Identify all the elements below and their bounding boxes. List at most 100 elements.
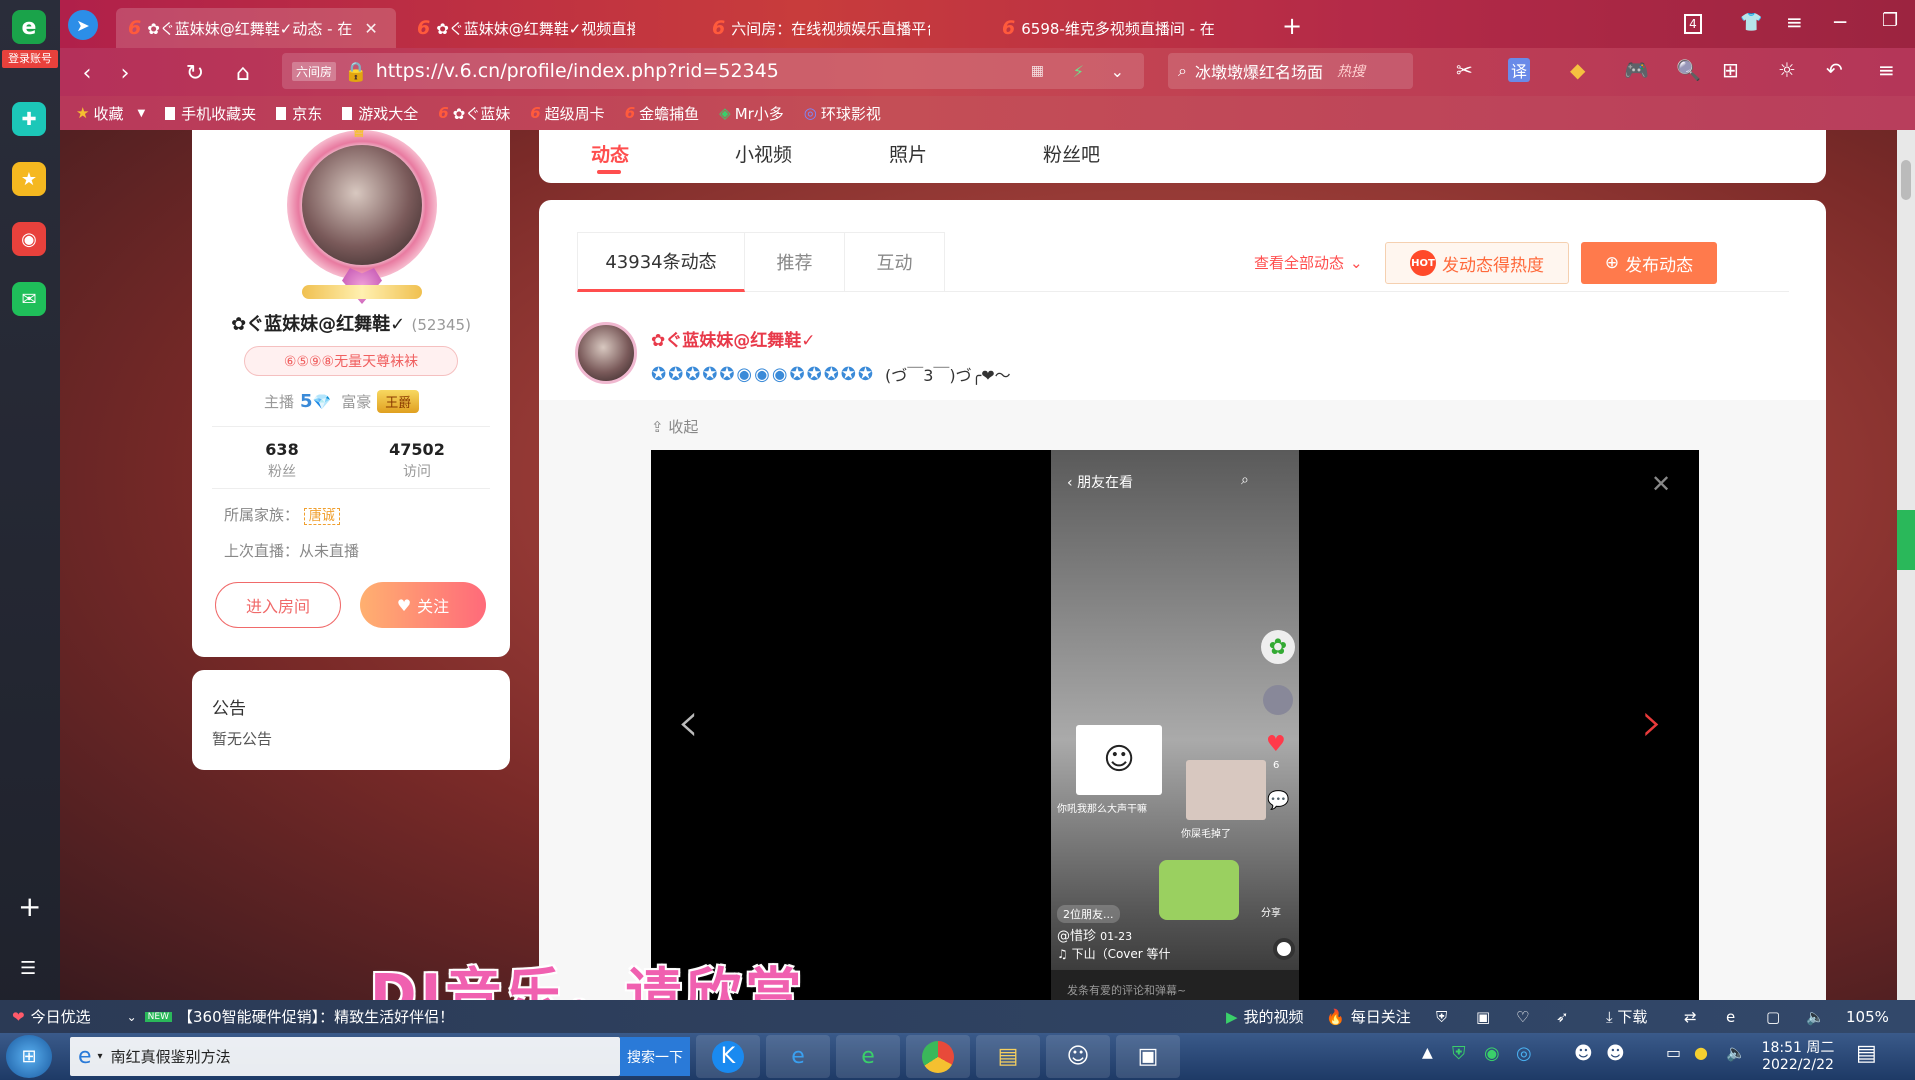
collapse-button[interactable]: ⇪ 收起 xyxy=(651,416,698,437)
close-icon[interactable]: ✕ xyxy=(1651,470,1671,498)
volume-icon[interactable]: 🔈 xyxy=(1806,1008,1825,1026)
clock[interactable]: 18:51 周二 2022/2/22 xyxy=(1758,1037,1838,1073)
folder-app-icon[interactable]: ▤ xyxy=(976,1035,1040,1078)
tab-short-video[interactable]: 小视频 xyxy=(735,140,792,167)
ie-search-bar[interactable]: e ▾ 南红真假鉴别方法 xyxy=(70,1037,620,1076)
speed-icon[interactable]: ⚡ xyxy=(1073,62,1084,81)
menu-list-icon[interactable]: ☰ xyxy=(20,958,36,979)
ie-app-icon[interactable]: e xyxy=(766,1035,830,1078)
undo-icon[interactable]: ↶ xyxy=(1826,58,1843,82)
plus-app-icon[interactable]: ✚ xyxy=(12,102,46,136)
tab-dynamics[interactable]: 动态 xyxy=(591,140,629,167)
tab-photos[interactable]: 照片 xyxy=(889,140,927,167)
tray-qq2-icon[interactable]: ☻ xyxy=(1606,1043,1625,1064)
tab-fan-club[interactable]: 粉丝吧 xyxy=(1043,140,1100,167)
login-button[interactable]: 登录账号 xyxy=(2,50,58,68)
bookmark-mobile[interactable]: 手机收藏夹 xyxy=(165,103,256,124)
medal-badge[interactable]: ⑥⑤⑨⑧无量天尊袜袜 xyxy=(244,346,458,376)
360-browser-app-icon[interactable]: e xyxy=(836,1035,900,1078)
tray-360-icon[interactable]: ◉ xyxy=(1484,1043,1500,1064)
chrome-app-icon[interactable] xyxy=(906,1035,970,1078)
minimize-button[interactable]: ─ xyxy=(1834,10,1846,34)
my-video-button[interactable]: ▶ 我的视频 xyxy=(1226,1006,1304,1027)
grid-apps-icon[interactable]: ⊞ xyxy=(1722,58,1739,82)
bookmark-global-video[interactable]: ◎ 环球影视 xyxy=(804,103,881,124)
promo-link[interactable]: 【360智能硬件促销】：精致生活好伴侣！ xyxy=(178,1006,454,1027)
follow-button[interactable]: ♥ 关注 xyxy=(360,582,486,628)
publish-button[interactable]: ⊕ 发布动态 xyxy=(1581,242,1717,284)
chevron-down-icon[interactable]: ⌄ xyxy=(127,1010,137,1024)
family-badge[interactable]: 唐诚 xyxy=(303,508,340,525)
download-button[interactable]: ⤓ 下载 xyxy=(1606,1006,1647,1027)
search-go-button[interactable]: 搜索一下 xyxy=(620,1037,690,1076)
forward-button[interactable]: › xyxy=(110,58,140,88)
restore-button[interactable]: ❐ xyxy=(1882,10,1898,31)
tab-6598-live[interactable]: 6 6598-维克多视频直播间 - 在 xyxy=(990,8,1220,48)
window-icon[interactable]: ▢ xyxy=(1766,1008,1780,1026)
refresh-button[interactable]: ↻ xyxy=(180,58,210,88)
video-viewer[interactable]: ✕ ‹ › ‹ 朋友在看 ⌕ ✿ ♥ 6 💬 分享 ☺ 你吼我那么大声干嘛 你屎… xyxy=(651,450,1699,1000)
tab-profile[interactable]: 6 ✿ぐ蓝妹妹@红舞鞋✓动态 - 在 ✕ xyxy=(116,8,396,48)
network-icon[interactable]: ⇄ xyxy=(1684,1008,1697,1026)
url-input[interactable]: 六间房 🔒 https://v.6.cn/profile/index.php?r… xyxy=(282,53,1144,89)
zoom-search-icon[interactable]: 🔍 xyxy=(1676,58,1701,82)
bookmark-weekly[interactable]: 6 超级周卡 xyxy=(530,103,604,124)
notification-icon[interactable]: ▤ xyxy=(1856,1041,1877,1066)
coin-icon[interactable]: ◆ xyxy=(1570,58,1585,82)
ie-logo-icon[interactable]: e xyxy=(12,10,46,44)
bookmark-lanmeimei[interactable]: 6 ✿ぐ蓝妹 xyxy=(438,103,510,124)
scrollbar-thumb[interactable] xyxy=(1901,160,1911,200)
tab-6cn-home[interactable]: 6 六间房：在线视频娱乐直播平台 xyxy=(700,8,930,48)
qr-icon[interactable]: ▦ xyxy=(1031,63,1044,79)
post-avatar[interactable] xyxy=(575,322,637,384)
tray-display-icon[interactable]: ▭ xyxy=(1666,1043,1681,1062)
picture-app-icon[interactable]: ▣ xyxy=(1116,1035,1180,1078)
bookmark-games[interactable]: 游戏大全 xyxy=(342,103,418,124)
bookmark-jd[interactable]: 京东 xyxy=(276,103,322,124)
hot-post-button[interactable]: HOT 发动态得热度 xyxy=(1385,242,1569,284)
side-float-button[interactable] xyxy=(1897,510,1915,570)
tray-qq-icon[interactable]: ☻ xyxy=(1574,1043,1593,1064)
tab-count-badge[interactable]: 4 xyxy=(1684,14,1702,34)
subtab-all-dynamics[interactable]: 43934条动态 xyxy=(577,232,745,292)
page-scrollbar[interactable] xyxy=(1897,130,1915,1000)
bookmark-mrxiaoduo[interactable]: ◈ Mr小多 xyxy=(719,103,784,124)
mail-icon[interactable]: ✉ xyxy=(12,282,46,316)
search-input[interactable]: ⌕ 冰墩墩爆红名场面 热搜 xyxy=(1168,53,1413,89)
shield-icon[interactable]: ⛨ xyxy=(1436,1008,1447,1026)
menu-icon[interactable]: ≡ xyxy=(1786,10,1803,34)
tray-volume-icon[interactable]: 🔈 xyxy=(1726,1043,1746,1062)
daily-follow-button[interactable]: 🔥 每日关注 xyxy=(1326,1006,1411,1027)
tray-network-icon[interactable]: ◎ xyxy=(1516,1043,1532,1064)
zoom-level[interactable]: 105% xyxy=(1846,1008,1889,1026)
tab-video-live[interactable]: 6 ✿ぐ蓝妹妹@红舞鞋✓视频直播 xyxy=(405,8,635,48)
add-icon[interactable]: + xyxy=(18,890,41,923)
weibo-icon[interactable]: ◉ xyxy=(12,222,46,256)
kugou-app-icon[interactable]: K xyxy=(696,1035,760,1078)
close-icon[interactable]: ✕ xyxy=(364,19,377,38)
new-tab-button[interactable]: + xyxy=(1282,12,1302,40)
scissors-icon[interactable]: ✂ xyxy=(1456,58,1473,82)
bookmark-favorites[interactable]: ★ 收藏 ▼ xyxy=(76,103,145,124)
brightness-icon[interactable]: ☼ xyxy=(1778,58,1796,82)
tray-expand-icon[interactable]: ▲ xyxy=(1422,1045,1433,1061)
back-button[interactable]: ‹ xyxy=(72,58,102,88)
subtab-recommend[interactable]: 推荐 xyxy=(745,232,845,292)
post-author[interactable]: ✿ぐ蓝妹妹@红舞鞋✓ xyxy=(651,326,816,351)
image-icon[interactable]: ▣ xyxy=(1476,1008,1490,1026)
avatar[interactable] xyxy=(302,145,422,265)
enter-room-button[interactable]: 进入房间 xyxy=(215,582,341,628)
ie-mode-icon[interactable]: e xyxy=(1726,1008,1735,1026)
star-icon[interactable]: ★ xyxy=(12,162,46,196)
fans-stat[interactable]: 638 粉丝 xyxy=(242,440,322,481)
qq-app-icon[interactable]: ☺ xyxy=(1046,1035,1110,1078)
tray-input-icon[interactable]: ● xyxy=(1694,1043,1708,1062)
today-picks[interactable]: 今日优选 xyxy=(31,1006,91,1027)
more-icon[interactable]: ≡ xyxy=(1878,58,1895,82)
navigation-icon[interactable]: ➤ xyxy=(68,10,98,40)
home-button[interactable]: ⌂ xyxy=(228,58,258,88)
next-arrow-icon[interactable]: › xyxy=(1641,690,1663,755)
heartbeat-icon[interactable]: ♡ xyxy=(1516,1008,1529,1026)
tray-shield-icon[interactable]: ⛨ xyxy=(1452,1043,1466,1064)
translate-icon[interactable]: 译 xyxy=(1508,58,1531,82)
